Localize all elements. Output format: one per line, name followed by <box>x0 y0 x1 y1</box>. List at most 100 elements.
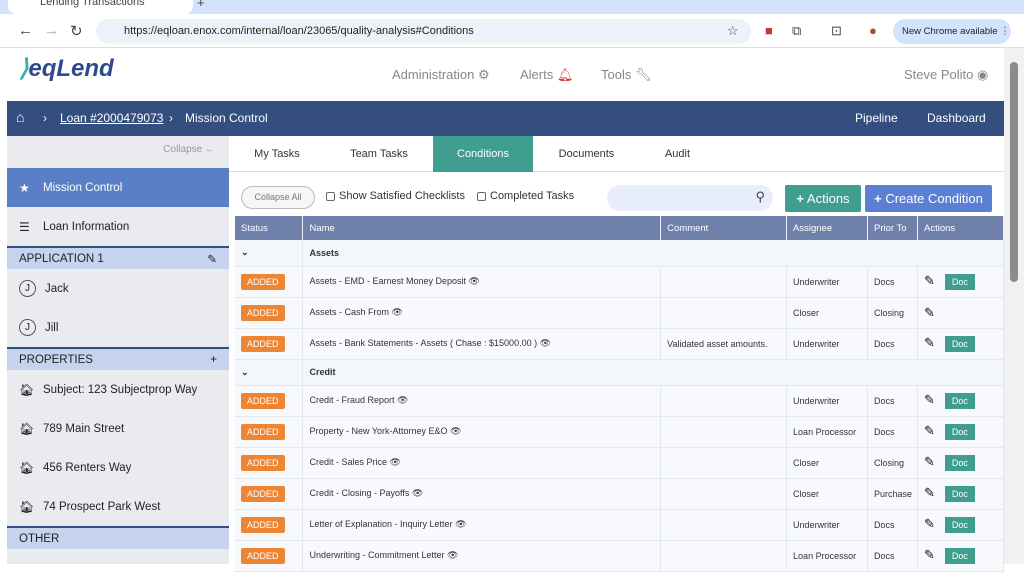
star-icon: ★ <box>19 180 30 195</box>
eye-icon[interactable]: 👁︎ <box>540 338 551 348</box>
doc-button[interactable]: Doc <box>944 455 975 471</box>
condition-name[interactable]: Assets - Cash From <box>309 307 389 317</box>
condition-name[interactable]: Underwriting - Commitment Letter <box>309 550 444 560</box>
show-satisfied-checkbox[interactable]: Show Satisfied Checklists <box>326 190 465 202</box>
create-condition-button[interactable]: + Create Condition <box>865 185 992 212</box>
group-row[interactable]: ⌄ Assets <box>235 240 1004 267</box>
table-row[interactable]: ADDED Letter of Explanation - Inquiry Le… <box>235 509 1004 541</box>
sidebar-item-loan-information[interactable]: ☰ Loan Information <box>7 207 229 246</box>
pencil-icon[interactable]: ✎ <box>924 392 935 407</box>
eye-icon[interactable]: 👁︎ <box>397 395 408 405</box>
pencil-icon[interactable]: ✎ <box>924 273 935 288</box>
table-row[interactable]: ADDED Underwriting - Commitment Letter 👁… <box>235 540 1004 572</box>
user-menu[interactable]: Steve Polito ◉ <box>904 67 988 83</box>
tab-documents[interactable]: Documents <box>533 136 640 172</box>
condition-name[interactable]: Credit - Closing - Payoffs <box>309 488 409 498</box>
table-row[interactable]: ADDED Assets - Cash From 👁︎ Closer Closi… <box>235 297 1004 329</box>
condition-prior-to: Docs <box>867 416 918 448</box>
doc-button[interactable]: Doc <box>944 274 975 290</box>
edit-icon[interactable]: ✎ <box>207 252 217 266</box>
chevron-down-icon[interactable]: ⌄ <box>235 359 304 386</box>
table-row[interactable]: ADDED Property - New York-Attorney E&O 👁… <box>235 416 1004 448</box>
url-input[interactable]: https://eqloan.enox.com/internal/loan/23… <box>96 19 751 44</box>
bookmark-star-icon[interactable]: ☆ <box>727 23 739 39</box>
tab-team-tasks[interactable]: Team Tasks <box>325 136 433 172</box>
tab-my-tasks[interactable]: My Tasks <box>229 136 325 172</box>
eye-icon[interactable]: 👁︎ <box>390 457 401 467</box>
sidebar-borrower[interactable]: J Jill <box>7 308 229 347</box>
group-row[interactable]: ⌄ Credit <box>235 359 1004 386</box>
doc-button[interactable]: Doc <box>944 424 975 440</box>
breadcrumb-loan-link[interactable]: Loan #2000479073 <box>60 111 163 125</box>
tab-audit[interactable]: Audit <box>640 136 715 172</box>
eye-icon[interactable]: 👁︎ <box>455 519 466 529</box>
checkbox[interactable] <box>326 191 335 201</box>
browser-tab[interactable]: Lending Transactions✕ <box>8 0 193 14</box>
sidebar-collapse-button[interactable]: Collapse ← <box>7 136 229 168</box>
pencil-icon[interactable]: ✎ <box>924 335 935 350</box>
pencil-icon[interactable]: ✎ <box>924 547 935 562</box>
search-icon[interactable]: ⚲ <box>755 189 765 205</box>
sidebar-property[interactable]: 🏠︎ 74 Prospect Park West <box>7 487 229 526</box>
doc-button[interactable]: Doc <box>944 517 975 533</box>
dashboard-link[interactable]: Dashboard <box>927 111 986 125</box>
table-row[interactable]: ADDED Credit - Sales Price 👁︎ Closer Clo… <box>235 447 1004 479</box>
completed-tasks-checkbox[interactable]: Completed Tasks <box>477 190 574 202</box>
pencil-icon[interactable]: ✎ <box>924 423 935 438</box>
new-tab-icon[interactable]: + <box>197 0 205 10</box>
nav-alerts[interactable]: Alerts 🔔︎ <box>520 67 573 83</box>
tab-conditions[interactable]: Conditions <box>433 136 533 172</box>
table-row[interactable]: ADDED Assets - EMD - Earnest Money Depos… <box>235 266 1004 298</box>
sidebar-property[interactable]: 🏠︎ 456 Renters Way <box>7 448 229 487</box>
nav-administration[interactable]: Administration ⚙ <box>392 67 490 83</box>
tab-search-icon[interactable]: ⊡ <box>831 23 842 39</box>
doc-button[interactable]: Doc <box>944 548 975 564</box>
sidebar-property[interactable]: 🏠︎ 789 Main Street <box>7 409 229 448</box>
add-property-icon[interactable]: + <box>210 354 217 366</box>
scrollbar-thumb[interactable] <box>1010 62 1018 282</box>
pencil-icon[interactable]: ✎ <box>924 485 935 500</box>
pipeline-link[interactable]: Pipeline <box>855 111 898 125</box>
eye-icon[interactable]: 👁︎ <box>412 488 423 498</box>
collapse-all-button[interactable]: Collapse All <box>241 186 315 209</box>
doc-button[interactable]: Doc <box>944 336 975 352</box>
extension-icon[interactable]: ■ <box>765 23 773 38</box>
table-row[interactable]: ADDED Credit - Closing - Payoffs 👁︎ Clos… <box>235 478 1004 510</box>
condition-name[interactable]: Letter of Explanation - Inquiry Letter <box>309 519 452 529</box>
search-input[interactable]: ⚲ <box>607 185 773 211</box>
extensions-puzzle-icon[interactable]: ⧉ <box>792 23 801 39</box>
sidebar-borrower[interactable]: J Jack <box>7 269 229 308</box>
doc-button[interactable]: Doc <box>944 486 975 502</box>
checkbox[interactable] <box>477 191 486 201</box>
eye-icon[interactable]: 👁︎ <box>450 426 461 436</box>
eqlend-logo[interactable]: ⟩eqLend <box>19 54 114 83</box>
table-row[interactable]: ADDED Credit - Fraud Report 👁︎ Underwrit… <box>235 385 1004 417</box>
condition-name[interactable]: Assets - Bank Statements - Assets ( Chas… <box>309 338 537 348</box>
sidebar-item-mission-control[interactable]: ★ Mission Control <box>7 168 229 207</box>
sidebar-property[interactable]: 🏠︎ Subject: 123 Subjectprop Way <box>7 370 229 409</box>
condition-name[interactable]: Credit - Fraud Report <box>309 395 394 405</box>
eye-icon[interactable]: 👁︎ <box>447 550 458 560</box>
back-icon[interactable]: ← <box>18 22 33 39</box>
borrower-name: Jill <box>45 321 59 334</box>
condition-name[interactable]: Credit - Sales Price <box>309 457 387 467</box>
eye-icon[interactable]: 👁︎ <box>469 276 480 286</box>
pencil-icon[interactable]: ✎ <box>924 516 935 531</box>
chevron-down-icon[interactable]: ⌄ <box>235 240 304 267</box>
actions-button[interactable]: + Actions <box>785 185 861 212</box>
reload-icon[interactable]: ↻ <box>70 22 83 40</box>
pencil-icon[interactable]: ✎ <box>924 305 935 320</box>
forward-icon[interactable]: → <box>44 22 59 39</box>
page-scrollbar[interactable] <box>1004 48 1024 564</box>
other-section-header[interactable]: OTHER <box>7 526 229 549</box>
eye-icon[interactable]: 👁︎ <box>392 307 403 317</box>
nav-tools[interactable]: Tools 🔧︎ <box>601 67 652 83</box>
table-row[interactable]: ADDED Assets - Bank Statements - Assets … <box>235 328 1004 360</box>
doc-button[interactable]: Doc <box>944 393 975 409</box>
profile-avatar[interactable]: ● <box>869 23 877 38</box>
new-chrome-button[interactable]: New Chrome available ⋮ <box>893 19 1011 44</box>
pencil-icon[interactable]: ✎ <box>924 454 935 469</box>
condition-name[interactable]: Assets - EMD - Earnest Money Deposit <box>309 276 466 286</box>
home-icon[interactable]: ⌂ <box>16 109 24 125</box>
condition-name[interactable]: Property - New York-Attorney E&O <box>309 426 447 436</box>
